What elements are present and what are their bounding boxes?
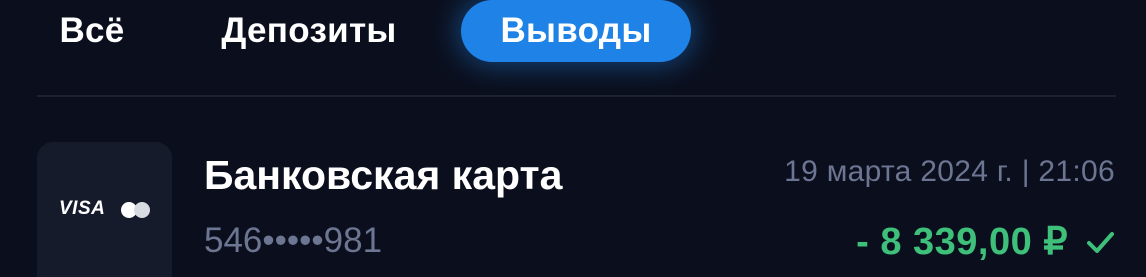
transaction-row[interactable]: VISA Банковская карта 546•••••981 19 мар… bbox=[0, 97, 1146, 277]
transaction-date: 19 марта 2024 г. | 21:06 bbox=[784, 155, 1115, 188]
payment-method-logo: VISA bbox=[37, 142, 172, 277]
withdrawals-history-screen: Всё Депозиты Выводы VISA Банковская карт… bbox=[0, 0, 1146, 277]
tab-deposits[interactable]: Депозиты bbox=[200, 0, 418, 62]
transaction-amount: - 8 339,00 ₽ bbox=[856, 221, 1068, 263]
tab-withdrawals[interactable]: Выводы bbox=[461, 0, 691, 62]
mastercard-icon bbox=[121, 202, 155, 218]
transaction-amount-group: - 8 339,00 ₽ bbox=[856, 219, 1116, 264]
check-icon bbox=[1087, 231, 1114, 253]
transaction-title: Банковская карта bbox=[204, 152, 563, 198]
tab-all[interactable]: Всё bbox=[52, 0, 132, 62]
card-masked-number: 546•••••981 bbox=[204, 221, 383, 260]
history-tabs: Всё Депозиты Выводы bbox=[0, 0, 1146, 64]
visa-logo-text: VISA bbox=[59, 198, 106, 219]
